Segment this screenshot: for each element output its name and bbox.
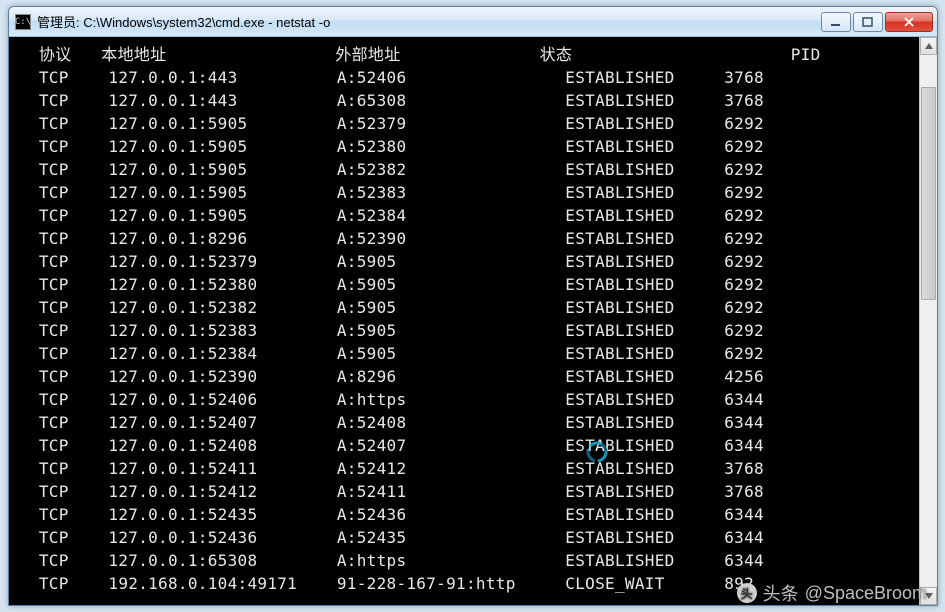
- close-button[interactable]: [885, 12, 933, 32]
- watermark: 头 头条 @SpaceBroom: [737, 580, 927, 606]
- terminal-output[interactable]: 协议 本地地址 外部地址 状态 PID TCP 127.0.0.1:443 A:…: [9, 37, 919, 605]
- cmd-window: C:\ 管理员: C:\Windows\system32\cmd.exe - n…: [8, 6, 938, 606]
- scroll-up-button[interactable]: [920, 37, 937, 55]
- window-title: 管理员: C:\Windows\system32\cmd.exe - netst…: [37, 12, 821, 31]
- watermark-icon: 头: [737, 583, 757, 603]
- busy-cursor-icon: [584, 439, 610, 465]
- maximize-button[interactable]: [853, 12, 883, 32]
- client-area: 协议 本地地址 外部地址 状态 PID TCP 127.0.0.1:443 A:…: [9, 37, 937, 605]
- cmd-icon: C:\: [15, 14, 31, 30]
- watermark-prefix: 头条: [763, 580, 799, 606]
- minimize-button[interactable]: [821, 12, 851, 32]
- window-controls: [821, 12, 933, 32]
- vertical-scrollbar[interactable]: [919, 37, 937, 605]
- scroll-track[interactable]: [920, 55, 937, 587]
- titlebar[interactable]: C:\ 管理员: C:\Windows\system32\cmd.exe - n…: [9, 7, 937, 37]
- scroll-thumb[interactable]: [921, 87, 936, 300]
- watermark-handle: @SpaceBroom: [805, 583, 927, 604]
